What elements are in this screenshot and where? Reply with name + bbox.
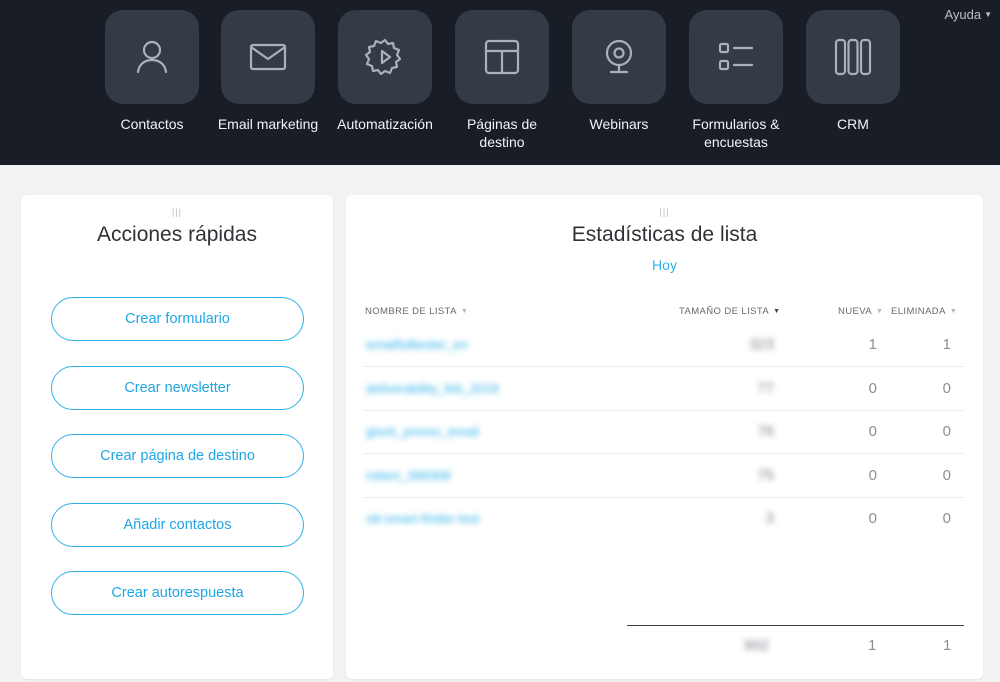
nav-tile [338, 10, 432, 104]
list-stats-panel: ||| Estadísticas de lista Hoy NOMBRE DE … [346, 195, 983, 679]
column-header-new[interactable]: NUEVA ▼ [838, 306, 883, 317]
nav-label: Contactos [120, 116, 184, 132]
webcam-icon [605, 39, 633, 74]
list-name-link[interactable]: robert_398308 [366, 454, 451, 498]
nav-label: Webinars [589, 116, 649, 132]
user-icon [136, 40, 168, 74]
sort-active-icon: ▼ [773, 308, 781, 315]
nav-tile [806, 10, 900, 104]
create-landing-page-button[interactable]: Crear página de destino [51, 434, 304, 478]
add-contacts-button[interactable]: Añadir contactos [51, 503, 304, 547]
sort-icon: ▼ [460, 308, 469, 315]
nav-contactos[interactable]: Contactos [87, 10, 217, 133]
list-deleted: 1 [942, 336, 951, 353]
columns-icon [834, 38, 872, 76]
total-deleted: 1 [943, 637, 952, 654]
list-name-link[interactable]: ott-smart-finder-test [366, 497, 479, 541]
nav-tile [221, 10, 315, 104]
list-new: 1 [868, 336, 877, 353]
nav-label: Automatización [337, 116, 433, 132]
nav-label: CRM [837, 116, 869, 132]
form-list-icon [718, 42, 754, 71]
table-row: deliverability_feb_2018 77 0 0 [363, 367, 964, 411]
panel-title: Estadísticas de lista [571, 223, 758, 246]
list-new: 0 [868, 467, 877, 484]
column-label: TAMAÑO DE LISTA [679, 306, 770, 317]
sort-icon: ▼ [876, 308, 884, 315]
table-row: emailfulltester_en 323 1 1 [363, 323, 964, 367]
nav-crm[interactable]: CRM [788, 10, 918, 133]
list-deleted: 0 [942, 380, 951, 397]
layout-icon [484, 39, 520, 75]
nav-tile [455, 10, 549, 104]
drag-handle-icon[interactable]: ||| [659, 207, 669, 217]
drag-handle-icon[interactable]: ||| [172, 207, 182, 217]
quick-actions-panel: ||| Acciones rápidas Crear formulario Cr… [21, 195, 333, 679]
nav-tile [105, 10, 199, 104]
create-form-button[interactable]: Crear formulario [51, 297, 304, 341]
total-size: 902 [744, 637, 770, 654]
nav-label: Formularios & encuestas [692, 116, 780, 150]
list-name-link[interactable]: deliverability_feb_2018 [366, 367, 499, 411]
list-size: 77 [757, 380, 774, 397]
list-deleted: 0 [942, 467, 951, 484]
column-label: NOMBRE DE LISTA [365, 306, 457, 317]
nav-tile [572, 10, 666, 104]
list-new: 0 [868, 510, 877, 527]
period-selector[interactable]: Hoy [346, 257, 983, 273]
nav-label: Páginas de destino [466, 116, 538, 150]
table-row: glock_promo_email 76 0 0 [363, 410, 964, 454]
gear-play-icon [364, 38, 402, 76]
list-size: 75 [757, 467, 774, 484]
nav-formularios-encuestas[interactable]: Formularios & encuestas [671, 10, 801, 151]
top-navigation: Ayuda ▼ Contactos Email marketing Automat… [0, 0, 1000, 165]
totals-divider [627, 625, 964, 626]
list-name-link[interactable]: glock_promo_email [366, 410, 479, 454]
table-row: robert_398308 75 0 0 [363, 454, 964, 498]
list-deleted: 0 [942, 423, 951, 440]
help-menu[interactable]: Ayuda ▼ [944, 7, 992, 22]
column-header-size[interactable]: TAMAÑO DE LISTA ▼ [679, 306, 780, 317]
list-new: 0 [868, 380, 877, 397]
nav-paginas-de-destino[interactable]: Páginas de destino [437, 10, 567, 151]
panel-title: Acciones rápidas [97, 223, 257, 246]
list-size: 323 [748, 336, 774, 353]
create-autoresponder-button[interactable]: Crear autorespuesta [51, 571, 304, 615]
list-name-link[interactable]: emailfulltester_en [366, 323, 468, 367]
total-new: 1 [868, 637, 877, 654]
nav-automatizacion[interactable]: Automatización [320, 10, 450, 133]
list-size: 76 [757, 423, 774, 440]
list-size: 3 [765, 510, 774, 527]
help-label: Ayuda [944, 7, 982, 22]
chevron-down-icon: ▼ [984, 10, 992, 19]
nav-email-marketing[interactable]: Email marketing [203, 10, 333, 133]
nav-webinars[interactable]: Webinars [554, 10, 684, 133]
table-row: ott-smart-finder-test 3 0 0 [363, 497, 964, 541]
envelope-icon [249, 43, 287, 71]
sort-icon: ▼ [949, 308, 958, 315]
column-header-deleted[interactable]: ELIMINADA ▼ [891, 306, 957, 317]
column-label: NUEVA [838, 306, 873, 317]
list-deleted: 0 [942, 510, 951, 527]
nav-tile [689, 10, 783, 104]
list-new: 0 [868, 423, 877, 440]
create-newsletter-button[interactable]: Crear newsletter [51, 366, 304, 410]
column-label: ELIMINADA [891, 306, 946, 317]
nav-label: Email marketing [217, 116, 319, 132]
column-header-name[interactable]: NOMBRE DE LISTA ▼ [365, 306, 468, 317]
